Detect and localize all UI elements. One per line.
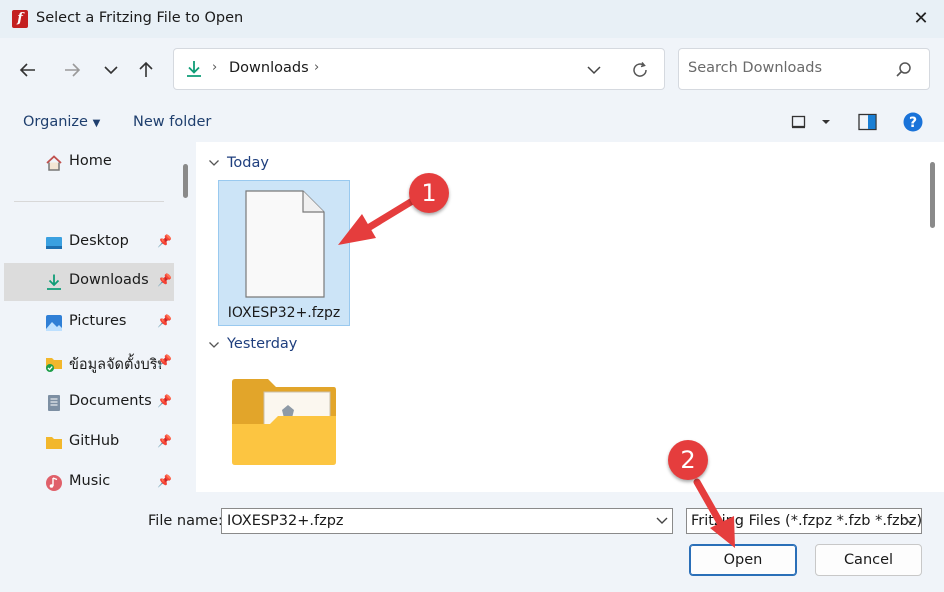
filename-value: IOXESP32+.fzpz — [227, 513, 344, 529]
documents-icon — [48, 395, 60, 411]
collapse-yesterday-icon[interactable] — [208, 340, 220, 350]
back-icon[interactable] — [16, 58, 40, 82]
breadcrumb-separator-icon: › — [212, 60, 218, 75]
search-box[interactable]: Search Downloads — [678, 48, 930, 90]
preview-pane-icon[interactable] — [857, 112, 879, 132]
sidebar-divider — [14, 201, 164, 202]
breadcrumb-downloads[interactable]: Downloads — [229, 60, 309, 76]
search-placeholder[interactable]: Search Downloads — [688, 60, 822, 76]
sidebar-scrollbar[interactable] — [183, 164, 188, 198]
pin-icon: 📌 — [157, 273, 172, 287]
navigation-pane: Home Desktop 📌 Downloads 📌 Pictures 📌 ข้… — [0, 142, 194, 492]
breadcrumb-chevron-icon[interactable]: › — [314, 60, 319, 75]
view-icon[interactable] — [790, 113, 808, 131]
pin-icon: 📌 — [157, 474, 172, 488]
file-list: Today IOXESP32+.fzpz Yesterday — [196, 142, 944, 492]
recent-locations-chevron-icon[interactable] — [100, 58, 122, 82]
sidebar-item-label: GitHub — [69, 433, 120, 449]
organize-dropdown-icon: ▼ — [92, 118, 101, 129]
sidebar-item-documents[interactable]: Documents 📌 — [4, 384, 174, 422]
sidebar-item-label: Downloads — [69, 272, 149, 288]
download-icon — [47, 274, 61, 290]
folder-synced-icon — [46, 358, 62, 372]
sidebar-item-label: Documents — [69, 393, 152, 409]
search-icon[interactable] — [895, 61, 913, 79]
sidebar-item-home[interactable]: Home — [4, 144, 174, 182]
sidebar-item-downloads[interactable]: Downloads 📌 — [4, 263, 174, 301]
filetype-select[interactable]: Fritzing Files (*.fzpz *.fzb *.fzbz) — [686, 508, 922, 534]
content-scrollbar[interactable] — [930, 162, 935, 228]
file-icon — [245, 190, 325, 298]
filetype-value: Fritzing Files (*.fzpz *.fzb *.fzbz) — [691, 513, 922, 529]
address-dropdown-icon[interactable] — [584, 61, 604, 79]
desktop-icon — [46, 237, 62, 249]
forward-icon[interactable] — [60, 58, 84, 82]
folder-icon — [232, 379, 336, 465]
view-dropdown-icon[interactable] — [820, 116, 832, 128]
up-icon[interactable] — [134, 58, 158, 82]
filetype-dropdown-icon[interactable] — [903, 515, 917, 527]
folder-icon — [46, 437, 62, 449]
file-name: IOXESP32+.fzpz — [227, 305, 341, 321]
address-bar[interactable]: › Downloads › — [173, 48, 665, 90]
close-button[interactable]: ✕ — [904, 4, 938, 34]
svg-text:?: ? — [909, 115, 917, 131]
annotation-badge-2: 2 — [668, 440, 708, 480]
file-item[interactable]: IOXESP32+.fzpz — [218, 180, 350, 326]
help-icon[interactable]: ? — [903, 112, 923, 132]
pin-icon: 📌 — [157, 434, 172, 448]
filename-label: File name: — [148, 513, 223, 529]
cancel-button[interactable]: Cancel — [815, 544, 922, 576]
filename-dropdown-icon[interactable] — [655, 515, 669, 527]
pin-icon: 📌 — [157, 354, 172, 368]
new-folder-button[interactable]: New folder — [133, 114, 211, 130]
sidebar-item-label: Home — [69, 153, 112, 169]
download-icon — [187, 61, 201, 77]
pictures-icon — [46, 315, 62, 331]
fritzing-app-icon: f — [12, 10, 28, 28]
music-icon — [46, 475, 62, 491]
refresh-icon[interactable] — [630, 60, 650, 80]
footer-panel — [0, 492, 944, 592]
organize-button[interactable]: Organize ▼ — [23, 114, 100, 130]
group-header-today[interactable]: Today — [227, 155, 269, 171]
pin-icon: 📌 — [157, 394, 172, 408]
sidebar-item-github[interactable]: GitHub 📌 — [4, 424, 174, 462]
organize-label: Organize — [23, 114, 88, 130]
home-icon — [46, 155, 62, 171]
sidebar-item-label: Desktop — [69, 233, 129, 249]
pin-icon: 📌 — [157, 314, 172, 328]
group-header-yesterday[interactable]: Yesterday — [227, 336, 297, 352]
sidebar-item-pictures[interactable]: Pictures 📌 — [4, 304, 174, 342]
annotation-badge-1: 1 — [409, 173, 449, 213]
open-button[interactable]: Open — [689, 544, 797, 576]
filename-input[interactable]: IOXESP32+.fzpz — [221, 508, 673, 534]
sidebar-item-company-docs[interactable]: ข้อมูลจัดตั้งบริษัท 📌 — [4, 344, 174, 382]
pin-icon: 📌 — [157, 234, 172, 248]
window-title: Select a Fritzing File to Open — [36, 10, 244, 26]
sidebar-item-label: ข้อมูลจัดตั้งบริษัท — [69, 357, 161, 373]
folder-item[interactable] — [218, 368, 350, 492]
sidebar-item-label: Pictures — [69, 313, 127, 329]
sidebar-item-desktop[interactable]: Desktop 📌 — [4, 224, 174, 262]
collapse-today-icon[interactable] — [208, 158, 220, 168]
sidebar-item-label: Music — [69, 473, 111, 489]
